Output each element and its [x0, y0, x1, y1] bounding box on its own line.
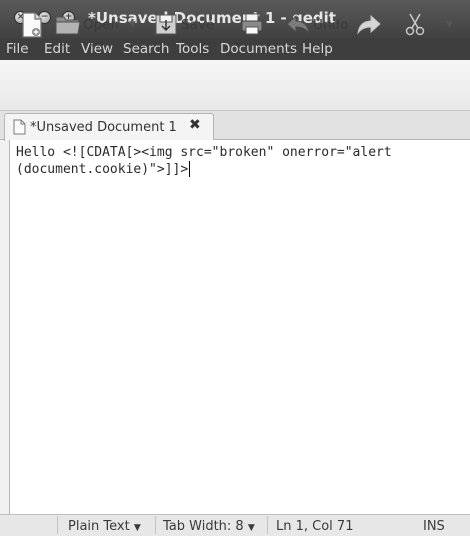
gedit-window: × − + *Unsaved Document 1 - gedit File E… — [0, 0, 470, 536]
toolbar-overflow-arrow[interactable]: ▼ — [446, 20, 453, 30]
close-icon[interactable]: ✖ — [189, 117, 201, 133]
status-separator — [155, 516, 156, 534]
menu-tools[interactable]: Tools — [176, 41, 209, 57]
menu-search[interactable]: Search — [123, 41, 169, 57]
new-document-icon[interactable] — [20, 12, 44, 38]
open-dropdown-arrow[interactable]: ▼ — [129, 20, 136, 30]
editor-line-1: Hello <![CDATA[><img src="broken" onerro… — [16, 145, 392, 160]
editor-line-2: (document.cookie)">]]> — [16, 162, 189, 177]
text-editor[interactable] — [9, 140, 470, 514]
undo-button[interactable]: Undo — [313, 17, 348, 33]
status-separator — [267, 516, 268, 534]
cut-icon[interactable] — [404, 12, 426, 36]
open-button[interactable]: Open — [83, 17, 119, 33]
tab-label: *Unsaved Document 1 — [30, 120, 177, 135]
print-icon[interactable] — [240, 12, 264, 36]
chevron-down-icon: ▼ — [247, 523, 255, 533]
menu-help[interactable]: Help — [302, 41, 333, 57]
toolbar — [0, 60, 470, 111]
save-button[interactable]: Save — [181, 17, 214, 33]
redo-icon[interactable] — [356, 12, 382, 36]
language-label: Plain Text — [68, 519, 130, 534]
menu-edit[interactable]: Edit — [44, 41, 70, 57]
save-icon[interactable] — [154, 12, 178, 36]
menu-view[interactable]: View — [81, 41, 113, 57]
folder-icon[interactable] — [55, 12, 81, 36]
menu-file[interactable]: File — [6, 41, 29, 57]
insert-mode: INS — [423, 519, 445, 534]
tab-width-label: Tab Width: 8 — [163, 519, 244, 534]
chevron-down-icon: ▼ — [133, 523, 141, 533]
text-caret — [189, 161, 190, 177]
language-selector[interactable]: Plain Text ▼ — [68, 519, 141, 534]
tab-width-selector[interactable]: Tab Width: 8 ▼ — [163, 519, 255, 534]
status-separator — [57, 516, 58, 534]
document-icon — [13, 119, 26, 135]
undo-icon[interactable] — [285, 12, 311, 36]
menu-documents[interactable]: Documents — [220, 41, 297, 57]
cursor-position: Ln 1, Col 71 — [276, 519, 354, 534]
